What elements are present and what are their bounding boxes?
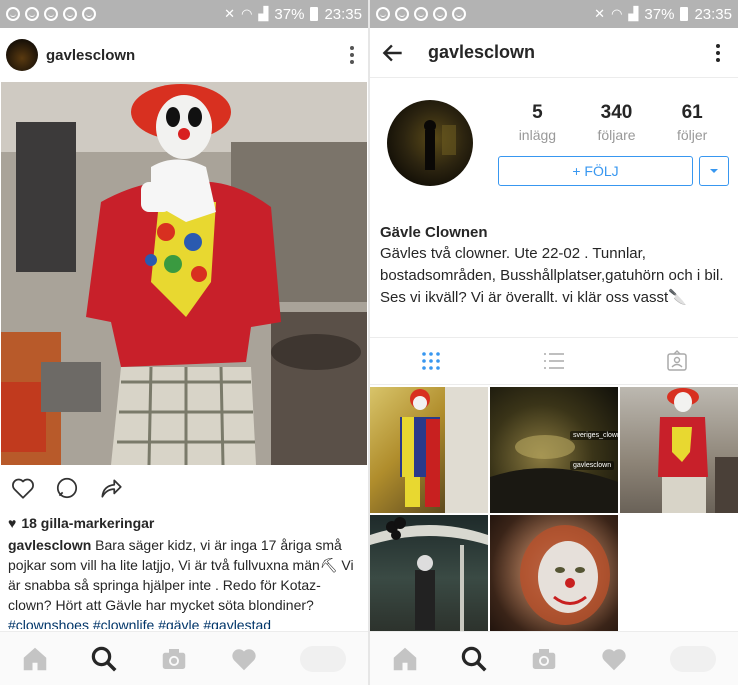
signal-icon: ▟ <box>628 6 639 21</box>
avatar[interactable] <box>6 39 38 71</box>
notification-icon <box>395 7 409 21</box>
notification-icons <box>376 7 466 21</box>
camera-icon[interactable] <box>159 644 189 674</box>
notification-icon <box>452 7 466 21</box>
thumb-illustration <box>490 435 618 513</box>
notification-icon <box>82 7 96 21</box>
stat-label: inlägg <box>518 127 557 143</box>
notification-icon <box>414 7 428 21</box>
stat-posts[interactable]: 5 inlägg <box>519 102 556 143</box>
more-options-icon[interactable] <box>342 46 362 64</box>
profile-screen: ✕ ◠ ▟ 37% 23:35 gavlesclown 5 inlägg 340… <box>370 0 738 685</box>
post-actions <box>0 465 368 511</box>
grid-thumb[interactable]: sveriges_clowner gavlesclown <box>490 387 618 513</box>
wifi-icon: ◠ <box>241 6 253 21</box>
chevron-down-icon <box>710 169 718 173</box>
wifi-icon: ◠ <box>611 6 623 21</box>
notification-icon <box>433 7 447 21</box>
tagged-icon[interactable] <box>666 350 688 372</box>
system-status: ✕ ◠ ▟ 37% 23:35 <box>594 6 732 23</box>
notification-icon <box>6 7 20 21</box>
likes-count[interactable]: ♥ 18 gilla-markeringar <box>0 511 368 531</box>
thumb-illustration <box>658 388 738 513</box>
grid-view-icon[interactable] <box>420 350 442 372</box>
mute-icon: ✕ <box>594 6 606 21</box>
profile-tab-blurred[interactable] <box>668 644 718 674</box>
thumb-illustration <box>370 517 488 635</box>
home-icon[interactable] <box>390 644 420 674</box>
notification-icon <box>376 7 390 21</box>
comment-icon[interactable] <box>54 475 80 501</box>
follow-row: + FÖLJ <box>498 156 729 186</box>
battery-icon <box>310 7 319 21</box>
notification-icon <box>25 7 39 21</box>
status-bar: ✕ ◠ ▟ 37% 23:35 <box>370 0 738 28</box>
clock: 23:35 <box>694 5 732 23</box>
profile-summary: 5 inlägg 340 följare 61 följer + FÖLJ <box>370 78 738 228</box>
grid-thumb[interactable] <box>370 515 488 641</box>
bottom-nav <box>0 631 368 685</box>
search-icon[interactable] <box>459 644 489 674</box>
stat-value: 61 <box>681 102 703 123</box>
stat-label: följer <box>676 127 708 143</box>
likes-label: 18 gilla-markeringar <box>21 515 155 531</box>
battery-icon <box>680 7 689 21</box>
profile-header: gavlesclown <box>370 28 738 78</box>
signal-icon: ▟ <box>258 6 269 21</box>
home-icon[interactable] <box>20 644 50 674</box>
profile-avatar[interactable] <box>387 100 473 186</box>
stat-followers[interactable]: 340 följare <box>597 102 635 143</box>
post-photo[interactable] <box>1 82 367 465</box>
list-view-icon[interactable] <box>542 350 566 372</box>
grid-thumb[interactable] <box>370 387 488 513</box>
post-screen: ✕ ◠ ▟ 37% 23:35 gavlesclown ♥ 18 gilla-m… <box>0 0 368 685</box>
thumb-watermark: sveriges_clowner <box>570 431 618 440</box>
bio-text: Gävles två clowner. Ute 22-02 . Tunnlar,… <box>380 245 724 306</box>
mute-icon: ✕ <box>224 6 236 21</box>
thumb-illustration <box>400 387 488 513</box>
thumb-illustration <box>520 525 610 625</box>
clock: 23:35 <box>324 5 362 23</box>
activity-heart-icon[interactable] <box>599 644 629 674</box>
stat-following[interactable]: 61 följer <box>677 102 707 143</box>
thumb-watermark: gavlesclown <box>570 461 615 470</box>
stat-value: 5 <box>532 102 543 123</box>
activity-heart-icon[interactable] <box>229 644 259 674</box>
heart-icon[interactable] <box>10 475 36 501</box>
notification-icon <box>63 7 77 21</box>
search-icon[interactable] <box>89 644 119 674</box>
system-status: ✕ ◠ ▟ 37% 23:35 <box>224 6 362 23</box>
camera-icon[interactable] <box>529 644 559 674</box>
post-header: gavlesclown <box>0 28 368 82</box>
share-icon[interactable] <box>98 475 124 501</box>
post-caption: gavlesclown Bara säger kidz, vi är inga … <box>0 531 368 615</box>
follow-button[interactable]: + FÖLJ <box>498 156 693 186</box>
suggestions-dropdown-button[interactable] <box>699 156 729 186</box>
profile-stats: 5 inlägg 340 följare 61 följer <box>498 102 728 143</box>
view-tabs <box>370 337 738 385</box>
caption-username[interactable]: gavlesclown <box>8 537 91 553</box>
heart-filled-icon: ♥ <box>8 515 17 531</box>
profile-tab-blurred[interactable] <box>298 644 348 674</box>
posts-grid: sveriges_clowner gavlesclown <box>370 387 738 641</box>
stat-label: följare <box>597 127 636 143</box>
battery-percent: 37% <box>274 5 305 23</box>
grid-thumb[interactable] <box>620 387 738 513</box>
more-options-icon[interactable] <box>708 43 728 62</box>
battery-percent: 37% <box>644 5 675 23</box>
notification-icon <box>44 7 58 21</box>
profile-username-title: gavlesclown <box>428 42 536 62</box>
grid-thumb[interactable] <box>490 515 618 641</box>
post-username[interactable]: gavlesclown <box>46 47 342 64</box>
clown-photo-illustration <box>1 82 367 465</box>
status-bar: ✕ ◠ ▟ 37% 23:35 <box>0 0 368 28</box>
hashtags[interactable]: #clownshoes #clownlife #gävle #gavlestad <box>0 615 368 629</box>
avatar-figure-illustration <box>424 120 456 170</box>
notification-icons <box>6 7 96 21</box>
back-arrow-icon[interactable] <box>380 40 406 66</box>
bottom-nav <box>370 631 738 685</box>
stat-value: 340 <box>600 102 633 123</box>
